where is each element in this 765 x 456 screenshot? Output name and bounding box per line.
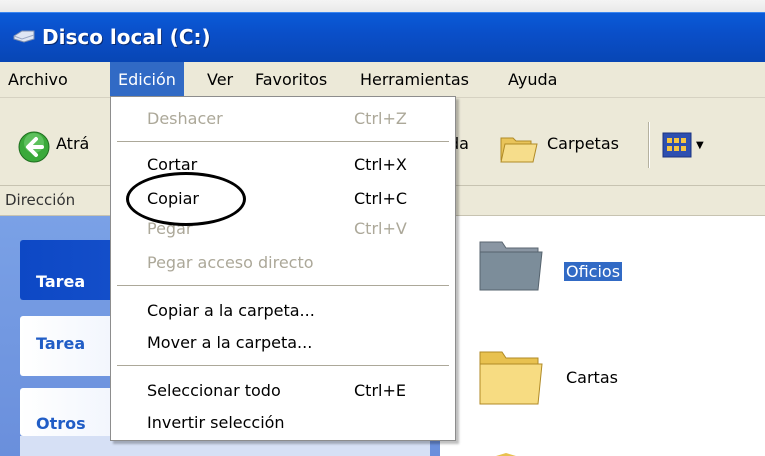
file-item-partial[interactable] (476, 446, 546, 456)
toolbar-separator (648, 122, 650, 168)
file-item[interactable] (476, 342, 546, 414)
top-window-edge (0, 0, 765, 12)
menu-herramientas[interactable]: Herramientas (352, 62, 477, 98)
file-pane: Oficios Cartas (440, 216, 765, 456)
views-icon[interactable] (662, 132, 692, 158)
menu-item-shortcut: Ctrl+V (354, 219, 407, 238)
folders-icon[interactable] (497, 126, 541, 166)
drive-icon (13, 30, 35, 43)
menu-item-label: Cortar (147, 155, 198, 174)
menu-separator (117, 141, 449, 143)
task-card-3-title[interactable]: Otros (36, 414, 86, 433)
folder-icon (496, 453, 516, 456)
menu-ayuda[interactable]: Ayuda (500, 62, 565, 98)
task-card-1-title[interactable]: Tarea (36, 272, 85, 291)
folder-icon (479, 351, 543, 405)
menu-item-copiar[interactable]: Copiar Ctrl+C (111, 187, 455, 213)
window-title: Disco local (C:) (42, 25, 211, 49)
menu-item-shortcut: Ctrl+X (354, 155, 407, 174)
menu-archivo[interactable]: Archivo (0, 62, 76, 98)
title-bar[interactable]: Disco local (C:) (0, 12, 765, 62)
menu-edicion[interactable]: Edición (110, 62, 184, 98)
menu-item-seleccionar-todo[interactable]: Seleccionar todo Ctrl+E (111, 379, 455, 405)
address-label: Dirección (5, 191, 76, 209)
back-button-label[interactable]: Atrá (56, 134, 89, 153)
menu-separator (117, 365, 449, 367)
file-name-cartas[interactable]: Cartas (566, 368, 618, 387)
back-arrow-icon[interactable] (18, 131, 50, 163)
folder-icon (479, 241, 543, 291)
menu-item-deshacer[interactable]: Deshacer Ctrl+Z (111, 107, 455, 133)
menu-item-label: Invertir selección (147, 413, 285, 432)
menu-item-shortcut: Ctrl+Z (354, 109, 407, 128)
menu-item-pegar-acceso-directo[interactable]: Pegar acceso directo (111, 251, 455, 277)
menu-item-label: Copiar (147, 189, 199, 208)
menu-item-shortcut: Ctrl+C (354, 189, 408, 208)
menu-item-label: Mover a la carpeta... (147, 333, 313, 352)
menu-separator (117, 285, 449, 287)
menu-item-shortcut: Ctrl+E (354, 381, 406, 400)
menu-favoritos[interactable]: Favoritos (247, 62, 335, 98)
folders-button-label[interactable]: Carpetas (547, 134, 619, 153)
menu-item-label: Deshacer (147, 109, 223, 128)
menu-item-pegar[interactable]: Pegar Ctrl+V (111, 217, 455, 243)
menu-item-label: Pegar (147, 219, 193, 238)
file-item[interactable] (476, 232, 546, 300)
menu-item-label: Copiar a la carpeta... (147, 301, 315, 320)
menu-item-invertir-seleccion[interactable]: Invertir selección (111, 411, 455, 437)
edit-menu-dropdown: Deshacer Ctrl+Z Cortar Ctrl+X Copiar Ctr… (110, 96, 456, 441)
file-name-oficios[interactable]: Oficios (564, 262, 623, 281)
menu-item-cortar[interactable]: Cortar Ctrl+X (111, 153, 455, 179)
task-card-2-title[interactable]: Tarea (36, 334, 85, 353)
menu-item-label: Seleccionar todo (147, 381, 281, 400)
menu-ver[interactable]: Ver (199, 62, 241, 98)
menu-item-mover-a-carpeta[interactable]: Mover a la carpeta... (111, 331, 455, 357)
menu-bar: Archivo Edición Ver Favoritos Herramient… (0, 62, 765, 98)
menu-item-label: Pegar acceso directo (147, 253, 314, 272)
views-dropdown-arrow-icon[interactable]: ▼ (696, 140, 704, 151)
menu-item-copiar-a-carpeta[interactable]: Copiar a la carpeta... (111, 299, 455, 325)
